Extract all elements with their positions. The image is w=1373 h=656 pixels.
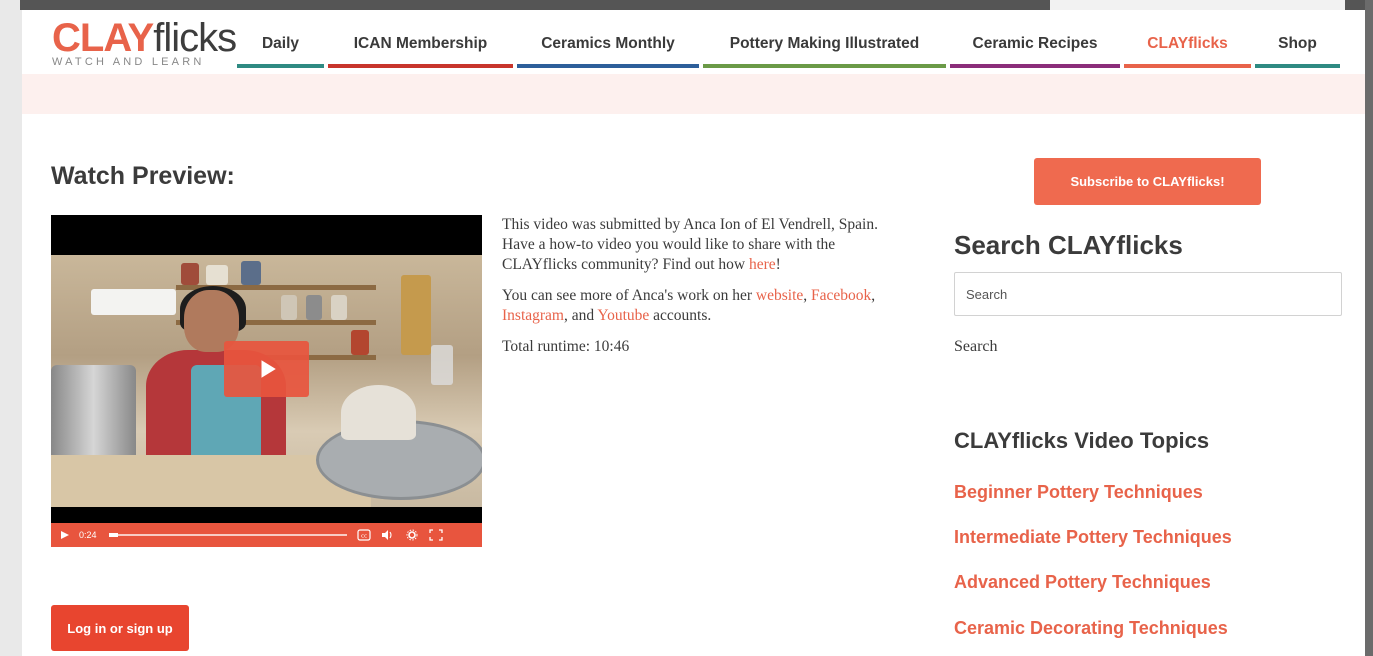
page: CLAYflicks WATCH AND LEARN Daily ICAN Me… (22, 10, 1365, 656)
submission-end: ! (775, 256, 781, 273)
video-play-button[interactable] (224, 341, 309, 397)
logo-clay-text: CLAY (52, 16, 154, 60)
window-scrollbar[interactable] (1365, 0, 1373, 656)
share-video-link[interactable]: here (749, 256, 776, 273)
nav-shop[interactable]: Shop (1255, 10, 1340, 68)
nav-ceramics-monthly[interactable]: Ceramics Monthly (517, 10, 699, 68)
topic-advanced[interactable]: Advanced Pottery Techniques (954, 572, 1211, 593)
search-submit[interactable]: Search (954, 338, 998, 356)
video-progress-bar[interactable] (108, 533, 347, 537)
nav-label: Ceramics Monthly (541, 35, 675, 52)
submission-paragraph: This video was submitted by Anca Ion of … (502, 215, 907, 275)
topics-title: CLAYflicks Video Topics (954, 428, 1210, 453)
site-header: CLAYflicks WATCH AND LEARN Daily ICAN Me… (22, 10, 1365, 72)
nav-label: ICAN Membership (353, 35, 488, 52)
website-link[interactable]: website (756, 287, 803, 304)
volume-icon[interactable] (381, 529, 395, 541)
topic-intermediate[interactable]: Intermediate Pottery Techniques (954, 527, 1232, 548)
submission-text: This video was submitted by Anca Ion of … (502, 216, 878, 273)
video-controls: 0:24 cc (51, 523, 482, 547)
facebook-link[interactable]: Facebook (811, 287, 871, 304)
search-input[interactable] (954, 272, 1342, 316)
topic-beginner[interactable]: Beginner Pottery Techniques (954, 482, 1203, 503)
nav-label: Ceramic Recipes (972, 35, 1098, 52)
separator: , (871, 287, 876, 304)
nav-daily[interactable]: Daily (237, 10, 324, 68)
svg-text:cc: cc (361, 534, 367, 540)
total-runtime: Total runtime: 10:46 (502, 338, 630, 355)
fullscreen-icon[interactable] (428, 529, 443, 541)
nav-pottery-making-illustrated[interactable]: Pottery Making Illustrated (703, 10, 946, 68)
nav-ican-membership[interactable]: ICAN Membership (328, 10, 513, 68)
separator: , (803, 287, 812, 304)
closed-captions-icon[interactable]: cc (356, 529, 371, 541)
separator: , and (563, 307, 598, 324)
watch-preview-title: Watch Preview: (51, 162, 235, 190)
video-current-time: 0:24 (79, 530, 97, 540)
links-text: You can see more of Anca's work on her (502, 287, 756, 304)
instagram-link[interactable]: Instagram (502, 307, 564, 324)
play-icon (261, 360, 276, 378)
youtube-link[interactable]: Youtube (597, 307, 649, 324)
browser-top-strip (20, 0, 1365, 10)
video-progress-fill (108, 533, 119, 537)
nav-label: CLAYflicks (1147, 35, 1228, 52)
nav-clayflicks[interactable]: CLAYflicks (1124, 10, 1251, 68)
nav-ceramic-recipes[interactable]: Ceramic Recipes (950, 10, 1120, 68)
header-band (22, 74, 1365, 114)
nav-label: Pottery Making Illustrated (729, 35, 920, 52)
video-player[interactable]: 0:24 cc (51, 215, 482, 547)
nav-label: Daily (261, 35, 300, 52)
clayflicks-logo[interactable]: CLAYflicks WATCH AND LEARN (52, 16, 237, 70)
links-end: accounts. (649, 307, 712, 324)
play-icon[interactable] (60, 530, 70, 540)
subscribe-button[interactable]: Subscribe to CLAYflicks! (1034, 158, 1261, 205)
login-signup-button[interactable]: Log in or sign up (51, 605, 189, 651)
topic-decorating[interactable]: Ceramic Decorating Techniques (954, 618, 1228, 639)
search-title: Search CLAYflicks (954, 230, 1183, 260)
video-description: This video was submitted by Anca Ion of … (502, 215, 907, 368)
settings-icon[interactable] (405, 529, 419, 541)
links-paragraph: You can see more of Anca's work on her w… (502, 286, 907, 326)
main-nav: Daily ICAN Membership Ceramics Monthly P… (237, 10, 1344, 70)
nav-label: Shop (1278, 35, 1317, 52)
logo-flicks-text: flicks (153, 16, 237, 60)
logo-tagline: WATCH AND LEARN (52, 56, 205, 68)
